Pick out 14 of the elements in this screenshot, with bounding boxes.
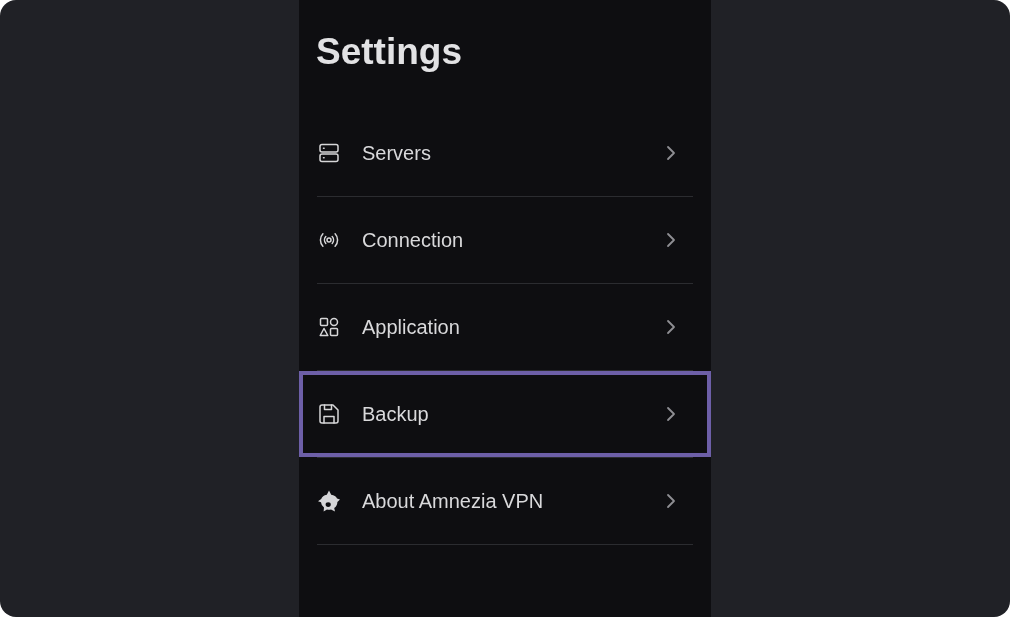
chevron-icon [666, 319, 676, 335]
chevron-icon [666, 406, 676, 422]
chevron-icon [666, 493, 676, 509]
shapes-icon [317, 315, 341, 339]
chevron-icon [666, 145, 676, 161]
settings-item[interactable]: Connection [299, 197, 711, 283]
chevron-icon [666, 232, 676, 248]
settings-item[interactable]: About Amnezia VPN [299, 458, 711, 544]
settings-item[interactable]: Application [299, 284, 711, 370]
spiky-blob-icon [317, 489, 341, 513]
page-title: Settings [315, 31, 463, 73]
settings-item[interactable]: Backup [299, 371, 711, 457]
server-icon [317, 141, 341, 165]
settings-item[interactable]: Servers [299, 110, 711, 196]
